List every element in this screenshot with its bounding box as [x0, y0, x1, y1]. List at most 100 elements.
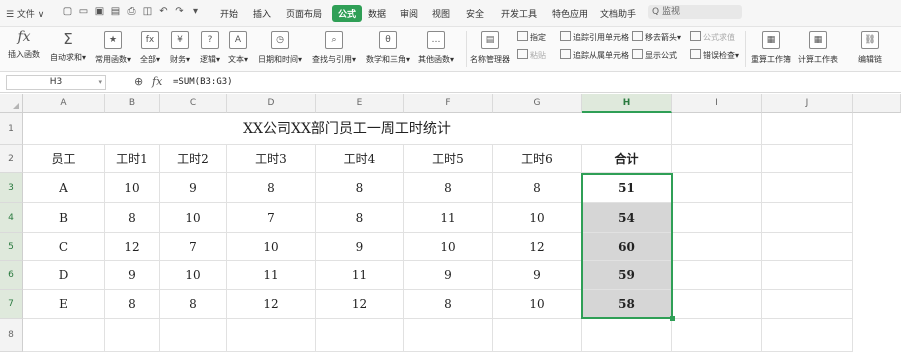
data-cell[interactable]: 10	[404, 233, 493, 261]
row-header-2[interactable]: 2	[0, 145, 23, 173]
tab-8[interactable]: 开发工具	[501, 7, 537, 20]
print-icon[interactable]: ⎙	[126, 6, 137, 17]
cell[interactable]	[672, 173, 762, 203]
name-box[interactable]: H3 ▾	[6, 75, 106, 90]
cell[interactable]	[762, 203, 853, 233]
column-header-f[interactable]: F	[404, 94, 493, 113]
row-header-8[interactable]: 8	[0, 319, 23, 352]
header-cell[interactable]: 合计	[582, 145, 672, 173]
column-header-extra[interactable]	[853, 94, 901, 113]
calc-sheet-button[interactable]: ▦ 计算工作表	[798, 31, 838, 65]
tab-2[interactable]: 页面布局	[286, 7, 322, 20]
common-functions-button[interactable]: ★ 常用函数▾	[95, 31, 131, 65]
edit-links-button[interactable]: ⛓ 编辑链	[858, 31, 882, 65]
evaluate-formula-button[interactable]: 公式求值	[690, 31, 735, 43]
redo-icon[interactable]: ↷	[174, 6, 185, 17]
name-manager-button[interactable]: ▤ 名称管理器	[470, 31, 510, 65]
lookup-reference-button[interactable]: ⌕ 查找与引用▾	[312, 31, 356, 65]
data-cell[interactable]: 12	[105, 233, 160, 261]
header-cell[interactable]: 工时5	[404, 145, 493, 173]
data-cell[interactable]: 12	[316, 290, 404, 319]
more-icon[interactable]: ▾	[190, 6, 201, 17]
row-header-7[interactable]: 7	[0, 290, 23, 319]
math-trig-button[interactable]: θ 数学和三角▾	[366, 31, 410, 65]
header-cell[interactable]: 员工	[23, 145, 105, 173]
data-cell[interactable]: 8	[316, 203, 404, 233]
cell[interactable]	[672, 233, 762, 261]
all-functions-button[interactable]: fx 全部▾	[140, 31, 160, 65]
date-time-button[interactable]: ◷ 日期和时间▾	[258, 31, 302, 65]
data-cell[interactable]: 8	[160, 290, 227, 319]
other-functions-button[interactable]: … 其他函数▾	[418, 31, 454, 65]
data-cell[interactable]: 10	[160, 261, 227, 290]
cell[interactable]	[316, 319, 404, 352]
data-cell[interactable]: 8	[316, 173, 404, 203]
specify-button[interactable]: 指定	[517, 31, 546, 43]
total-cell[interactable]: 59	[582, 261, 672, 290]
cell[interactable]	[493, 319, 582, 352]
cell[interactable]	[672, 319, 762, 352]
tab-0[interactable]: 开始	[220, 7, 238, 20]
cell[interactable]	[672, 113, 762, 145]
header-cell[interactable]: 工时3	[227, 145, 316, 173]
show-formulas-button[interactable]: 显示公式	[632, 49, 677, 61]
column-header-j[interactable]: J	[762, 94, 853, 113]
data-cell[interactable]: 12	[493, 233, 582, 261]
cell[interactable]	[762, 113, 853, 145]
tab-7[interactable]: 安全	[466, 7, 484, 20]
total-cell[interactable]: 58	[582, 290, 672, 319]
data-cell[interactable]: 10	[105, 173, 160, 203]
tab-1[interactable]: 插入	[253, 7, 271, 20]
cell[interactable]	[227, 319, 316, 352]
data-cell[interactable]: 7	[160, 233, 227, 261]
insert-function-button[interactable]: fx 插入函数	[8, 29, 40, 60]
column-header-b[interactable]: B	[105, 94, 160, 113]
data-cell[interactable]: 8	[493, 173, 582, 203]
cell[interactable]	[762, 261, 853, 290]
column-header-i[interactable]: I	[672, 94, 762, 113]
trace-precedents-button[interactable]: 追踪引用单元格	[560, 31, 629, 43]
data-cell[interactable]: E	[23, 290, 105, 319]
cell[interactable]	[23, 319, 105, 352]
total-cell[interactable]: 60	[582, 233, 672, 261]
cell[interactable]	[582, 319, 672, 352]
data-cell[interactable]: 12	[227, 290, 316, 319]
total-cell[interactable]: 51	[582, 173, 672, 203]
column-header-e[interactable]: E	[316, 94, 404, 113]
select-all-corner[interactable]	[0, 94, 23, 113]
cell[interactable]	[672, 290, 762, 319]
data-cell[interactable]: 9	[160, 173, 227, 203]
column-header-a[interactable]: A	[23, 94, 105, 113]
tab-6[interactable]: 视图	[432, 7, 450, 20]
save-icon[interactable]: ▣	[94, 6, 105, 17]
autosum-button[interactable]: Σ 自动求和▾	[50, 31, 86, 63]
total-cell[interactable]: 54	[582, 203, 672, 233]
data-cell[interactable]: 11	[404, 203, 493, 233]
sheet-title-cell[interactable]: XX公司XX部门员工一周工时统计	[23, 113, 672, 145]
data-cell[interactable]: 7	[227, 203, 316, 233]
remove-arrows-button[interactable]: 移去箭头▾	[632, 31, 681, 43]
tab-3[interactable]: 公式	[332, 5, 363, 22]
paste-button[interactable]: 粘贴	[517, 49, 546, 61]
row-header-5[interactable]: 5	[0, 233, 23, 261]
data-cell[interactable]: 8	[404, 290, 493, 319]
data-cell[interactable]: 8	[105, 290, 160, 319]
tab-9[interactable]: 特色应用	[552, 7, 588, 20]
cell[interactable]	[672, 145, 762, 173]
cell[interactable]	[762, 319, 853, 352]
trace-dependents-button[interactable]: 追踪从属单元格	[560, 49, 629, 61]
cell[interactable]	[762, 233, 853, 261]
data-cell[interactable]: 9	[316, 233, 404, 261]
tab-10[interactable]: 文档助手	[600, 7, 636, 20]
tab-5[interactable]: 审阅	[400, 7, 418, 20]
cell[interactable]	[160, 319, 227, 352]
tab-4[interactable]: 数据	[368, 7, 386, 20]
row-header-1[interactable]: 1	[0, 113, 23, 145]
export-icon[interactable]: ▤	[110, 6, 121, 17]
header-cell[interactable]: 工时1	[105, 145, 160, 173]
open-file-icon[interactable]: ▭	[78, 6, 89, 17]
chevron-down-icon[interactable]: ▾	[98, 76, 102, 89]
search-box[interactable]: Q 监视	[648, 5, 742, 19]
data-cell[interactable]: 9	[493, 261, 582, 290]
file-menu[interactable]: ☰ 文件 ∨	[6, 7, 44, 20]
